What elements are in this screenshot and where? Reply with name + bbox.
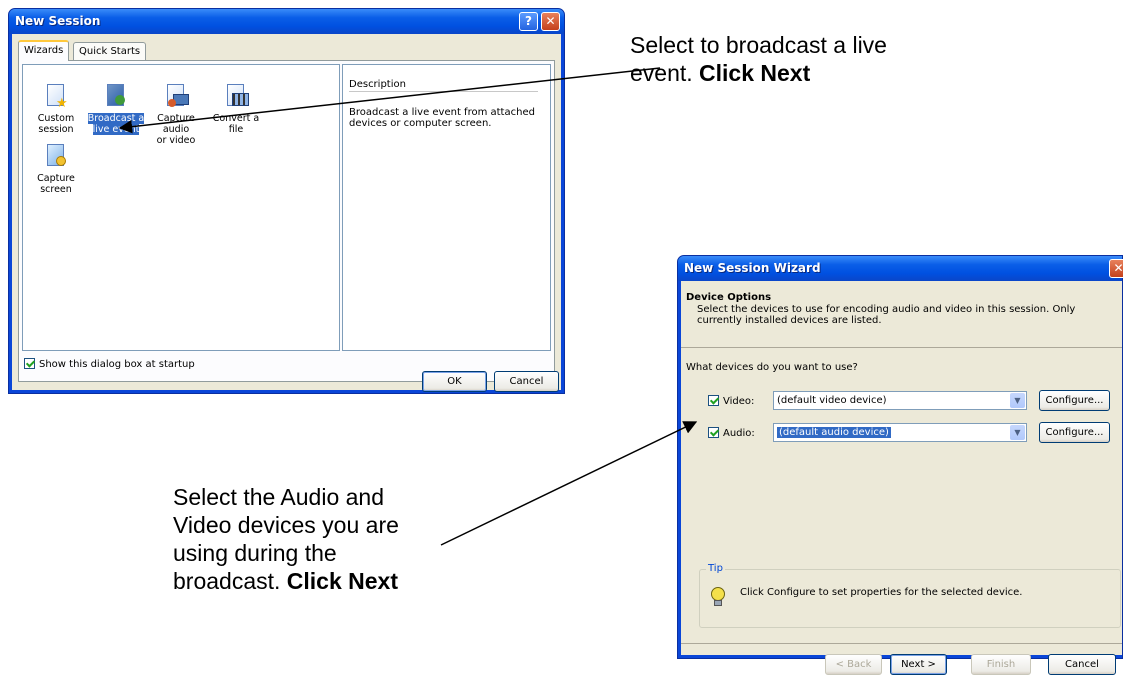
arrow-to-broadcast [118,67,661,134]
callout-arrows [118,67,698,546]
back-label: < Back [835,659,872,670]
arrow-to-devices [440,421,698,546]
tab-wizards[interactable]: Wizards [18,40,70,61]
wizard-cancel-label: Cancel [1065,659,1099,670]
tab-wizards-label: Wizards [24,45,64,56]
finish-label: Finish [986,659,1016,670]
next-label: Next > [901,659,936,670]
